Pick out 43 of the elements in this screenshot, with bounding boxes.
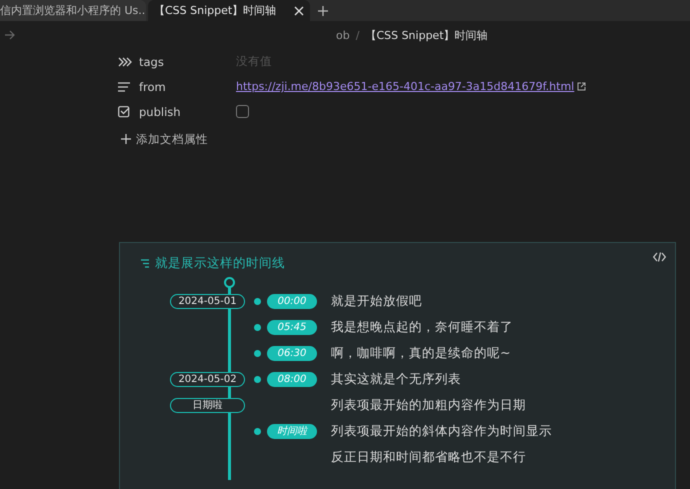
timeline-text: 反正日期和时间都省略也不是不行 (331, 448, 526, 466)
timeline-dot (254, 428, 261, 434)
tab[interactable]: 【CSS Snippet】时间轴 (148, 0, 310, 21)
tags-icon (118, 56, 132, 66)
property-name: publish (139, 104, 182, 118)
property-name: tags (139, 54, 165, 68)
timeline-text: 列表项最开始的斜体内容作为时间显示 (331, 422, 552, 440)
timeline-text: 就是开始放假吧 (331, 292, 422, 310)
add-property-button[interactable]: 添加文档属性 (121, 124, 208, 154)
plus-icon[interactable] (318, 6, 328, 16)
list-icon (141, 259, 150, 268)
timeline-text: 列表项最开始的加粗内容作为日期 (331, 396, 526, 414)
note-title[interactable]: 【CSS Snippet】时间轴 (365, 28, 488, 42)
external-link-icon[interactable] (577, 82, 586, 91)
time-pill: 00:00 (267, 294, 317, 308)
time-pill: 05:45 (267, 320, 317, 334)
date-pill: 2024-05-01 (170, 294, 245, 308)
timeline-dot (254, 350, 261, 356)
breadcrumb-separator: / (356, 28, 360, 42)
timeline-text: 我是想晚点起的，奈何睡不着了 (331, 318, 513, 336)
timeline-start-marker (224, 277, 235, 288)
time-pill: 08:00 (267, 372, 317, 386)
text-lines-icon (118, 82, 130, 92)
checkbox-icon (118, 106, 130, 118)
checkbox[interactable] (236, 105, 249, 118)
plus-icon (121, 134, 131, 144)
tab[interactable]: 信内置浏览器和小程序的 Us... (0, 0, 146, 21)
timeline-dot (254, 324, 261, 330)
time-pill: 时间啦 (267, 424, 317, 438)
folder-link[interactable]: ob (336, 28, 350, 42)
code-icon[interactable] (653, 252, 666, 262)
date-pill: 日期啦 (170, 398, 245, 412)
timeline-text: 其实这就是个无序列表 (331, 370, 461, 388)
timeline-dot (254, 376, 261, 382)
date-pill: 2024-05-02 (170, 372, 245, 386)
callout-title: 就是展示这样的时间线 (155, 255, 285, 272)
timeline-dot (254, 298, 261, 304)
time-pill: 06:30 (267, 346, 317, 360)
url-link[interactable]: https://zji.me/8b93e651-e165-401c-aa97-3a15d841679f.html (236, 80, 574, 93)
forward-arrow-icon[interactable] (5, 30, 15, 40)
close-icon[interactable] (294, 6, 304, 16)
timeline-text: 啊，咖啡啊，真的是续命的呢~ (331, 344, 510, 362)
property-name: from (139, 80, 167, 94)
